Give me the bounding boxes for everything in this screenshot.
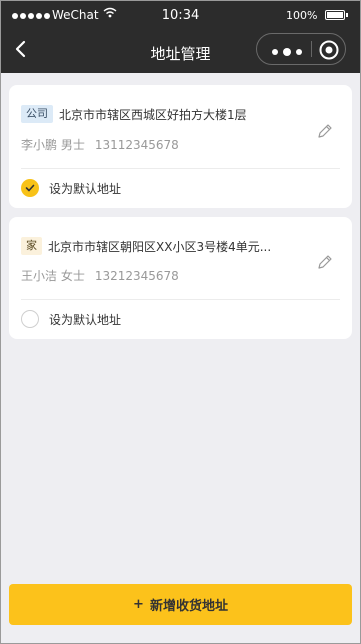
address-line: 家 北京市市辖区朝阳区XX小区3号楼4单元... [21, 237, 271, 255]
contact-name: 李小鹏 男士 [21, 138, 85, 152]
address-text: 北京市市辖区西城区好拍方大楼1层 [59, 107, 247, 122]
mini-program-capsule [256, 33, 346, 65]
address-card: 公司 北京市市辖区西城区好拍方大楼1层 李小鹏 男士 13112345678 设为… [9, 85, 352, 208]
checked-circle-icon [21, 179, 39, 197]
more-dots-icon [272, 48, 302, 56]
address-tag: 公司 [21, 105, 53, 123]
divider [21, 299, 340, 300]
contact-phone: 13212345678 [94, 269, 179, 283]
add-address-label: 新增收货地址 [149, 599, 228, 614]
set-default-label: 设为默认地址 [49, 181, 122, 196]
edit-address-button[interactable] [316, 253, 334, 271]
address-text: 北京市市辖区朝阳区XX小区3号楼4单元... [48, 239, 272, 254]
pencil-icon [318, 255, 332, 269]
battery-icon [325, 10, 348, 20]
set-default-toggle[interactable]: 设为默认地址 [21, 310, 121, 328]
status-bar: WeChat 10:34 100% [0, 0, 361, 32]
edit-address-button[interactable] [316, 122, 334, 140]
capsule-divider [311, 41, 312, 57]
set-default-toggle[interactable]: 设为默认地址 [21, 179, 121, 197]
address-card: 家 北京市市辖区朝阳区XX小区3号楼4单元... 王小洁 女士 132123456… [9, 217, 352, 339]
contact-name: 王小洁 女士 [21, 269, 85, 283]
unchecked-circle-icon [21, 310, 39, 328]
navigation-bar: WeChat 10:34 100% 地址管理 [0, 0, 361, 73]
add-address-button[interactable]: + 新增收货地址 [9, 584, 352, 625]
contact-line: 王小洁 女士 13212345678 [21, 267, 179, 284]
contact-line: 李小鹏 男士 13112345678 [21, 136, 179, 153]
plus-icon: + [133, 597, 144, 612]
set-default-label: 设为默认地址 [49, 312, 122, 327]
pencil-icon [318, 124, 332, 138]
contact-phone: 13112345678 [94, 138, 179, 152]
address-line: 公司 北京市市辖区西城区好拍方大楼1层 [21, 105, 247, 123]
target-icon [319, 40, 339, 60]
battery-percent: 100% [286, 9, 318, 22]
close-mini-program-button[interactable] [318, 39, 340, 61]
divider [21, 168, 340, 169]
more-button[interactable] [269, 43, 305, 56]
address-tag: 家 [21, 237, 42, 255]
